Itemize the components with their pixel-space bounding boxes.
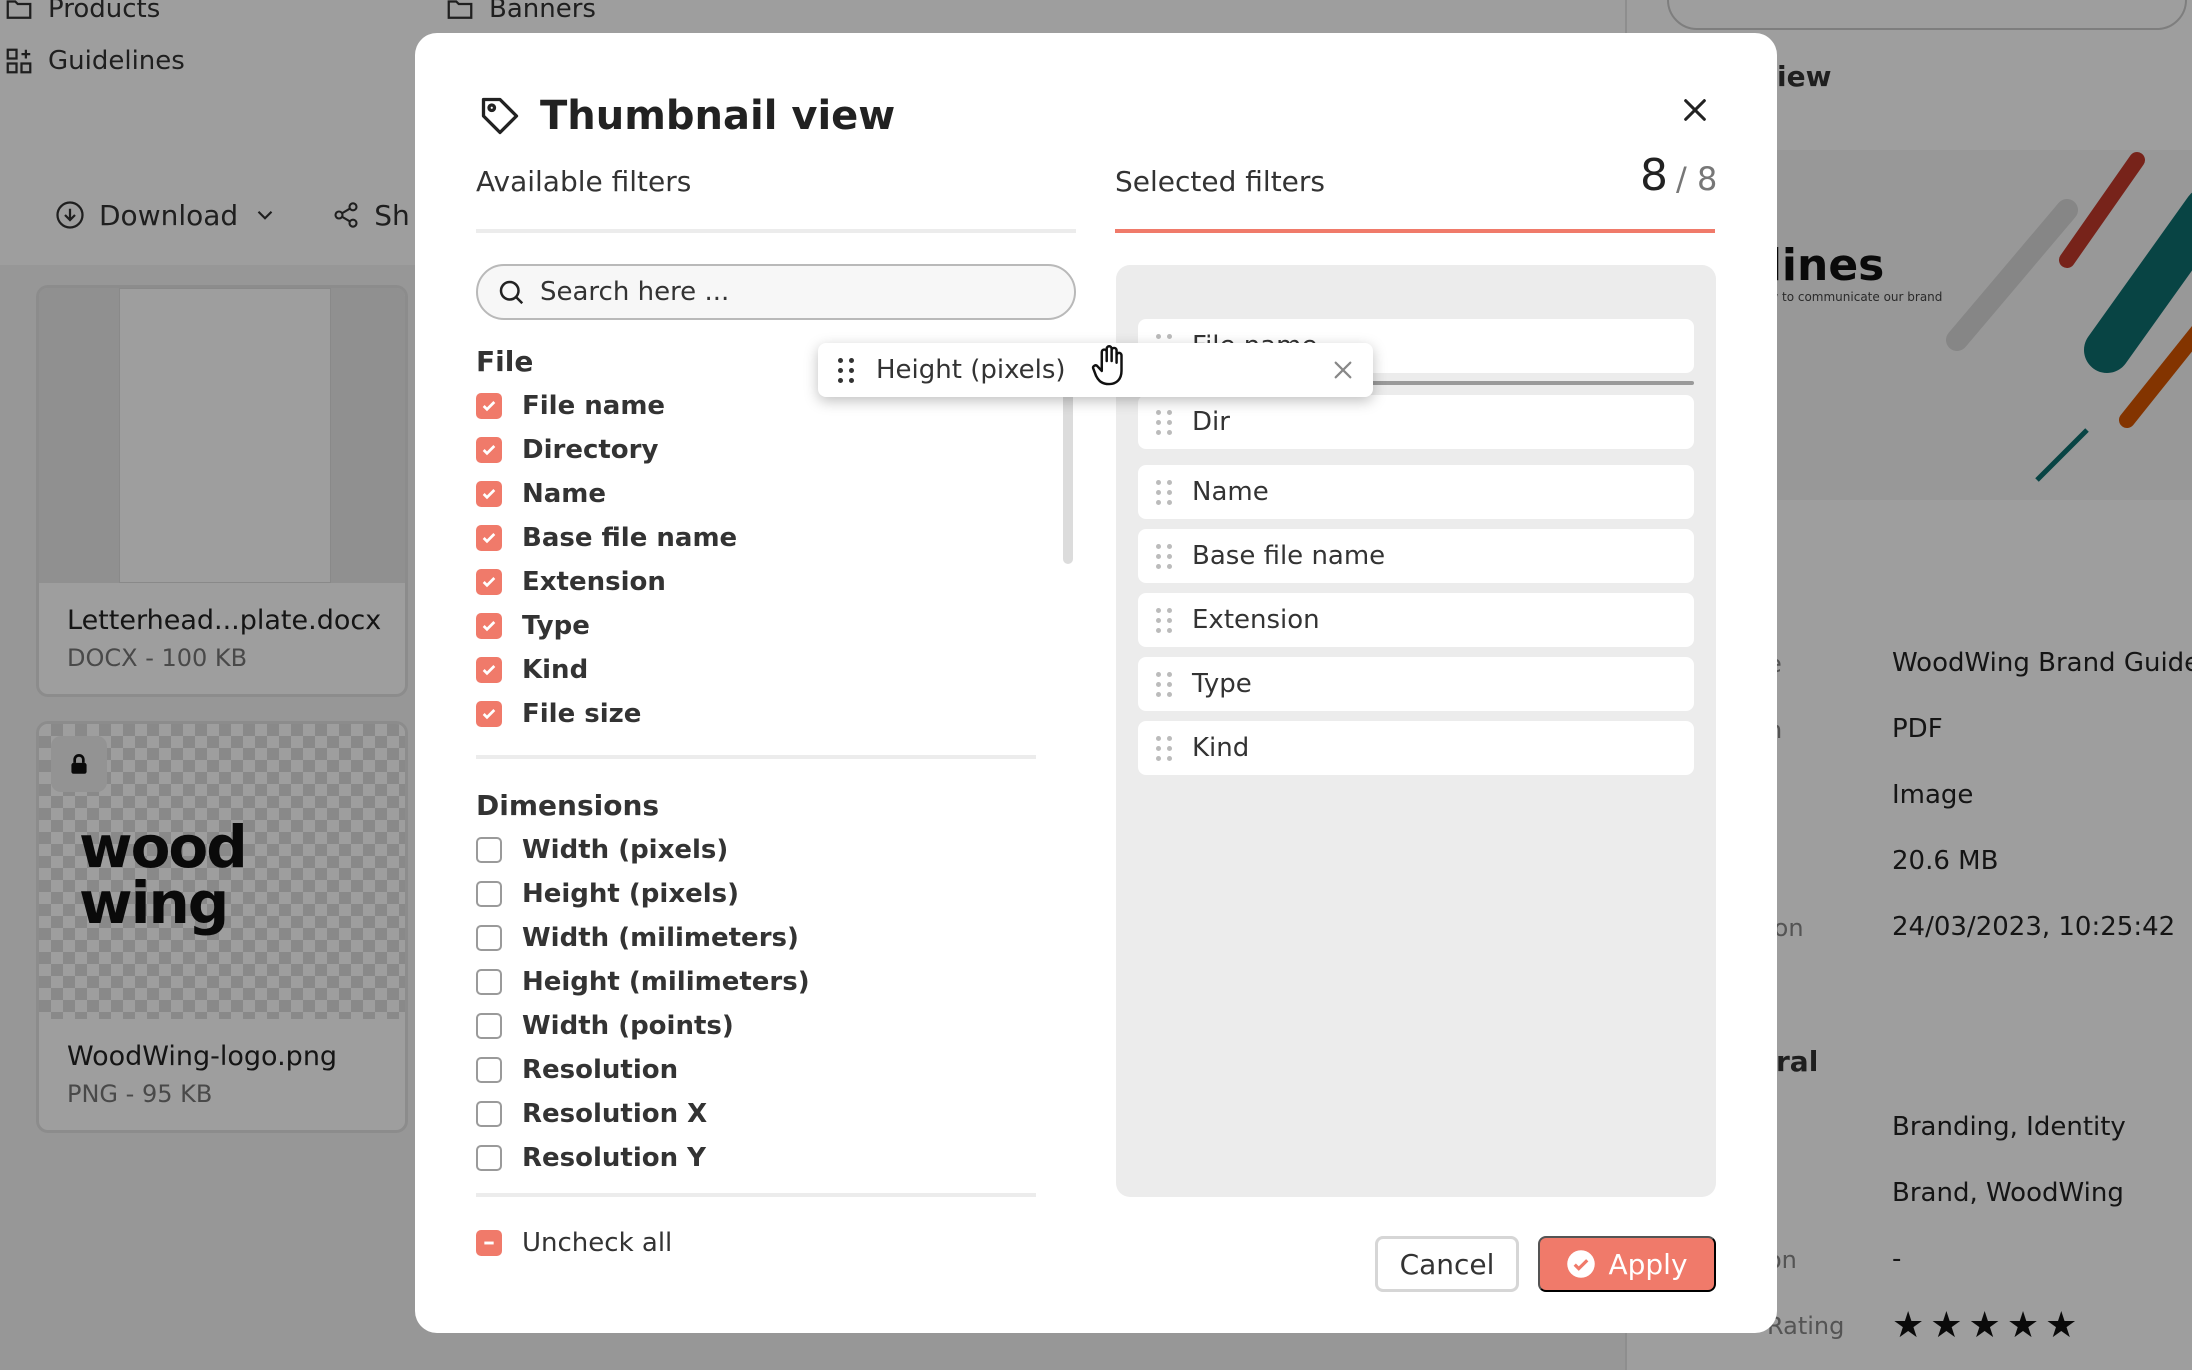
group-divider: [476, 1193, 1036, 1197]
selected-filter-item[interactable]: Base file name: [1138, 529, 1694, 583]
apply-button[interactable]: Apply: [1538, 1236, 1716, 1292]
selected-filter-item[interactable]: Extension: [1138, 593, 1694, 647]
filter-checkbox-width-milimeters[interactable]: Width (milimeters): [476, 921, 799, 955]
checkbox-unchecked-icon[interactable]: [476, 1101, 502, 1127]
filter-checkbox-resolution[interactable]: Resolution: [476, 1053, 678, 1087]
checkbox-unchecked-icon[interactable]: [476, 881, 502, 907]
checkbox-indeterminate-icon[interactable]: [476, 1230, 502, 1256]
selected-filters-list: File name Dir Name Base file name Extens…: [1116, 265, 1716, 1197]
filter-checkbox-extension[interactable]: Extension: [476, 565, 666, 599]
search-icon: [499, 280, 524, 305]
filter-checkbox-height-pixels[interactable]: Height (pixels): [476, 877, 739, 911]
filter-checkbox-resolution-x[interactable]: Resolution X: [476, 1097, 707, 1131]
selected-filter-item[interactable]: Type: [1138, 657, 1694, 711]
checkbox-unchecked-icon[interactable]: [476, 1145, 502, 1171]
drag-handle-icon[interactable]: [838, 357, 854, 383]
drag-handle-icon[interactable]: [1156, 735, 1172, 761]
checkbox-checked-icon[interactable]: [476, 701, 502, 727]
selected-filters-heading: Selected filters: [1115, 165, 1325, 198]
group-title-dimensions: Dimensions: [476, 789, 660, 822]
check-circle-icon: [1567, 1250, 1596, 1278]
drag-handle-icon[interactable]: [1156, 409, 1172, 435]
filter-checkbox-directory[interactable]: Directory: [476, 433, 658, 467]
remove-filter-button[interactable]: [1329, 356, 1357, 384]
cancel-button[interactable]: Cancel: [1375, 1236, 1519, 1292]
grab-cursor-icon: [1091, 345, 1123, 386]
filter-search[interactable]: [476, 264, 1076, 320]
active-divider: [1115, 229, 1715, 233]
filter-checkbox-height-milimeters[interactable]: Height (milimeters): [476, 965, 810, 999]
group-title-file: File: [476, 345, 534, 378]
selected-filter-item[interactable]: Name: [1138, 465, 1694, 519]
filter-checkbox-base-file-name[interactable]: Base file name: [476, 521, 737, 555]
drag-handle-icon[interactable]: [1156, 543, 1172, 569]
selected-filter-item[interactable]: Dir: [1138, 395, 1694, 449]
tag-icon: [481, 97, 519, 135]
checkbox-unchecked-icon[interactable]: [476, 837, 502, 863]
drag-handle-icon[interactable]: [1156, 607, 1172, 633]
checkbox-unchecked-icon[interactable]: [476, 925, 502, 951]
thumbnail-view-dialog: Thumbnail view Available filters Selecte…: [415, 33, 1777, 1333]
filter-checkbox-type[interactable]: Type: [476, 609, 590, 643]
close-icon: [1334, 361, 1352, 379]
selected-filter-item[interactable]: Kind: [1138, 721, 1694, 775]
checkbox-unchecked-icon[interactable]: [476, 969, 502, 995]
search-input[interactable]: [540, 277, 1060, 307]
selected-count-value: 8: [1640, 150, 1668, 201]
uncheck-all-toggle[interactable]: Uncheck all: [476, 1228, 672, 1258]
filter-checkbox-width-pixels[interactable]: Width (pixels): [476, 833, 728, 867]
close-icon: [1684, 99, 1706, 121]
checkbox-checked-icon[interactable]: [476, 613, 502, 639]
checkbox-checked-icon[interactable]: [476, 657, 502, 683]
total-count-value: / 8: [1676, 160, 1718, 198]
checkbox-checked-icon[interactable]: [476, 569, 502, 595]
filter-checkbox-name[interactable]: Name: [476, 477, 606, 511]
checkbox-checked-icon[interactable]: [476, 393, 502, 419]
filter-checkbox-kind[interactable]: Kind: [476, 653, 588, 687]
selected-count: 8 / 8: [1640, 150, 1717, 201]
group-divider: [476, 755, 1036, 759]
checkbox-checked-icon[interactable]: [476, 437, 502, 463]
drag-handle-icon[interactable]: [1156, 479, 1172, 505]
divider: [476, 229, 1076, 233]
filter-checkbox-width-points[interactable]: Width (points): [476, 1009, 734, 1043]
available-filters-heading: Available filters: [476, 165, 692, 198]
drag-handle-icon[interactable]: [1156, 671, 1172, 697]
checkbox-unchecked-icon[interactable]: [476, 1013, 502, 1039]
filter-checkbox-resolution-y[interactable]: Resolution Y: [476, 1141, 706, 1175]
filter-checkbox-file-name[interactable]: File name: [476, 389, 665, 423]
checkbox-unchecked-icon[interactable]: [476, 1057, 502, 1083]
dialog-title: Thumbnail view: [478, 93, 895, 139]
checkbox-checked-icon[interactable]: [476, 525, 502, 551]
checkbox-checked-icon[interactable]: [476, 481, 502, 507]
close-button[interactable]: [1670, 85, 1720, 135]
filter-checkbox-file-size[interactable]: File size: [476, 697, 641, 731]
